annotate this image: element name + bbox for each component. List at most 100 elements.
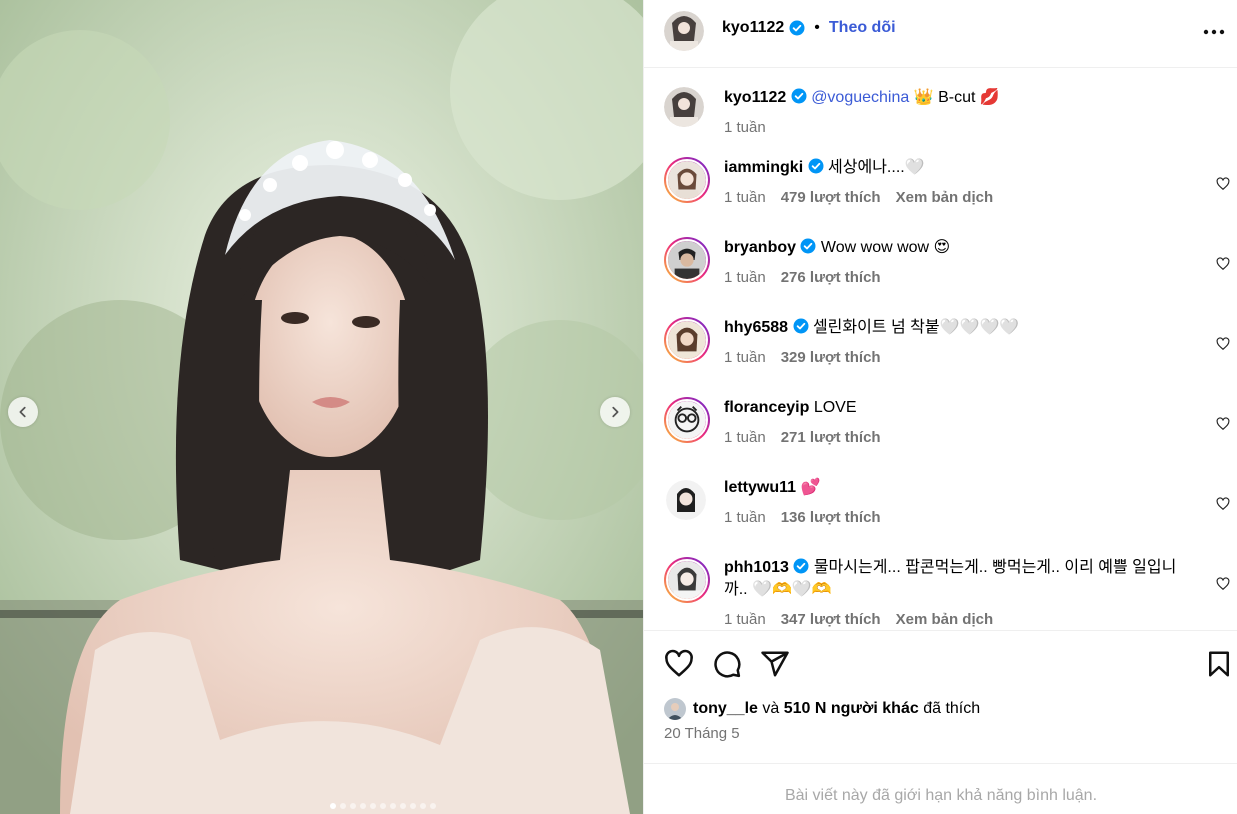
follow-button[interactable]: Theo dõi [829,19,896,37]
comment-likes[interactable]: 136 lượt thích [781,507,881,529]
like-comment-heart-icon[interactable] [1216,497,1230,511]
carousel-dot [340,803,346,809]
comment-time[interactable]: 1 tuần [724,347,766,369]
post-actions: tony__le và 510 N người khác đã thích 20… [644,630,1237,764]
liker-avatar[interactable] [664,698,686,720]
liker-username[interactable]: tony__le [693,700,758,718]
comment-likes[interactable]: 271 lượt thích [781,427,881,449]
comment-username[interactable]: lettywu11 [724,479,796,496]
verified-badge-icon [800,238,816,254]
commenter-avatar[interactable] [666,480,706,520]
comment-body: hhy6588 셀린화이트 넘 착붙🤍🤍🤍🤍 1 tuần 329 lượt t… [724,317,1194,369]
commenter-avatar[interactable] [664,397,710,443]
comment-likes[interactable]: 329 lượt thích [781,347,881,369]
caption-mention[interactable]: @voguechina [811,89,909,106]
comment-time[interactable]: 1 tuần [724,609,766,629]
verified-badge-icon [791,88,807,104]
carousel-dot [330,803,336,809]
comments-limited-notice: Bài viết này đã giới hạn khả năng bình l… [784,787,1098,804]
post-photo [0,0,643,814]
post-side-panel: kyo1122 • Theo dõi kyo1122 @voguechina 👑… [643,0,1237,814]
comment-username[interactable]: iammingki [724,159,803,176]
carousel-dot [350,803,356,809]
post-header: kyo1122 • Theo dõi [644,0,1237,68]
more-options-button[interactable] [1202,20,1226,44]
liked-by-others[interactable]: 510 N người khác [784,700,919,718]
next-photo-button[interactable] [600,397,630,427]
chevron-right-icon [612,406,619,418]
commenter-avatar[interactable] [664,317,710,363]
like-comment-heart-icon[interactable] [1216,337,1230,351]
caption-body: kyo1122 @voguechina 👑 B-cut 💋 1 tuần [724,87,1194,139]
more-icon [1203,29,1225,35]
share-icon[interactable] [760,649,790,679]
like-comment-heart-icon[interactable] [1216,177,1230,191]
commenter-avatar[interactable] [664,157,710,203]
author-avatar[interactable] [664,11,704,51]
verified-badge-icon [793,318,808,334]
comment-text: 물마시는게... 팝콘먹는게.. 빵먹는게.. 이리 예쁠 일입니까.. 🤍🫶🤍… [724,559,1177,598]
commenter-avatar[interactable] [664,237,710,283]
carousel-dot [430,803,436,809]
like-comment-heart-icon[interactable] [1216,257,1230,271]
post-media[interactable] [0,0,643,814]
carousel-dot [380,803,386,809]
caption-username[interactable]: kyo1122 [724,89,786,106]
post-date[interactable]: 20 Tháng 5 [664,725,740,742]
carousel-dot [360,803,366,809]
comment-time[interactable]: 1 tuần [724,427,766,449]
carousel-dot [420,803,426,809]
comment-text: Wow wow wow 😍 [820,239,951,256]
verified-badge-icon [808,158,824,174]
comment-meta: 1 tuần 136 lượt thích [724,507,1194,529]
like-comment-heart-icon[interactable] [1216,577,1230,591]
see-translation-link[interactable]: Xem bản dịch [896,609,994,629]
comment-username[interactable]: floranceyip [724,399,809,416]
comment-body: floranceyip LOVE 1 tuần 271 lượt thích [724,397,1194,449]
carousel-dots [330,803,436,809]
liked-by-suffix: đã thích [923,700,981,717]
carousel-dot [400,803,406,809]
caption-meta: 1 tuần [724,117,1194,139]
chevron-left-icon [19,406,26,418]
comment-text: 💕 [800,479,821,496]
liked-by-connector: và [762,700,780,717]
comment-likes[interactable]: 276 lượt thích [781,267,881,289]
comment-meta: 1 tuần 479 lượt thích Xem bản dịch [724,187,1194,209]
separator-dot: • [814,19,820,36]
comment-username[interactable]: phh1013 [724,559,789,576]
comment-username[interactable]: bryanboy [724,239,796,256]
comment-body: iammingki 세상에나....🤍 1 tuần 479 lượt thíc… [724,157,1194,209]
previous-photo-button[interactable] [8,397,38,427]
comment-time[interactable]: 1 tuần [724,267,766,289]
comment-meta: 1 tuần 329 lượt thích [724,347,1194,369]
comment-icon[interactable] [712,649,742,679]
author-avatar[interactable] [664,87,704,127]
commenter-avatar[interactable] [664,557,710,603]
liked-by: tony__le và 510 N người khác đã thích [664,698,980,720]
comment-time[interactable]: 1 tuần [724,507,766,529]
verified-badge-icon [789,20,805,36]
carousel-dot [410,803,416,809]
carousel-dot [390,803,396,809]
caption-time[interactable]: 1 tuần [724,117,766,139]
like-comment-heart-icon[interactable] [1216,417,1230,431]
heart-icon[interactable] [664,649,694,679]
comments-list[interactable]: kyo1122 @voguechina 👑 B-cut 💋 1 tuần iam… [644,69,1237,629]
comment-body: phh1013 물마시는게... 팝콘먹는게.. 빵먹는게.. 이리 예쁠 일입… [724,557,1194,629]
comment-username[interactable]: hhy6588 [724,319,788,336]
comment-meta: 1 tuần 276 lượt thích [724,267,1194,289]
comment-body: lettywu11 💕 1 tuần 136 lượt thích [724,477,1194,529]
author-username[interactable]: kyo1122 [722,19,784,37]
comment-text: 셀린화이트 넘 착붙🤍🤍🤍🤍 [812,319,1020,336]
comment-body: bryanboy Wow wow wow 😍 1 tuần 276 lượt t… [724,237,1194,289]
comment-text: 세상에나....🤍 [828,159,925,176]
comment-likes[interactable]: 479 lượt thích [781,187,881,209]
comment-meta: 1 tuần 347 lượt thích Xem bản dịch [724,609,1194,629]
comment-meta: 1 tuần 271 lượt thích [724,427,1194,449]
comment-time[interactable]: 1 tuần [724,187,766,209]
bookmark-icon[interactable] [1204,649,1234,679]
see-translation-link[interactable]: Xem bản dịch [896,187,994,209]
caption-text: 👑 B-cut 💋 [913,89,1000,106]
comment-likes[interactable]: 347 lượt thích [781,609,881,629]
